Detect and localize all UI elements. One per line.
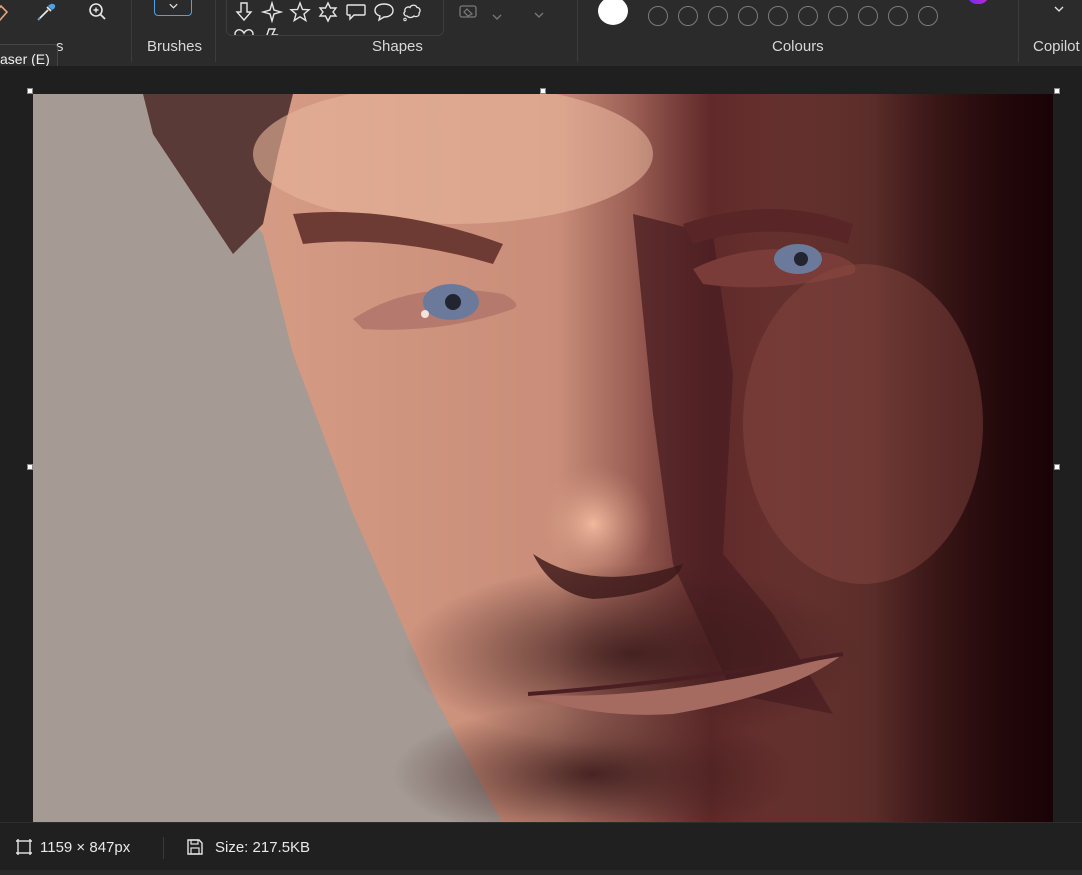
colour-slot[interactable] xyxy=(858,6,878,26)
shape-fill-icon[interactable] xyxy=(458,2,480,20)
ribbon-toolbar: s Brushes Shapes Colours Copilot aser (E… xyxy=(0,0,1082,74)
chevron-down-icon[interactable] xyxy=(491,8,503,20)
resize-handle[interactable] xyxy=(27,88,33,94)
canvas-dimensions: 1159 × 847px xyxy=(40,839,131,856)
chevron-down-icon xyxy=(169,3,178,9)
resize-handle[interactable] xyxy=(1054,88,1060,94)
status-bar: 1159 × 847px Size: 217.5KB xyxy=(0,822,1082,875)
file-size: Size: 217.5KB xyxy=(215,839,311,856)
horizontal-scrollbar[interactable] xyxy=(0,870,1082,875)
colour-slot[interactable] xyxy=(708,6,728,26)
lightning-shape-icon[interactable] xyxy=(261,27,283,35)
eraser-icon[interactable] xyxy=(0,0,14,24)
colour-slot[interactable] xyxy=(828,6,848,26)
colour-slot[interactable] xyxy=(738,6,758,26)
colour-slot[interactable] xyxy=(648,6,668,26)
four-point-star-shape-icon[interactable] xyxy=(260,0,284,24)
rect-callout-shape-icon[interactable] xyxy=(345,1,367,23)
color-picker-icon[interactable] xyxy=(33,0,59,24)
resize-handle[interactable] xyxy=(540,88,546,94)
status-separator xyxy=(163,837,164,859)
colour-slot[interactable] xyxy=(798,6,818,26)
resize-handle[interactable] xyxy=(27,464,33,470)
copilot-group-label: Copilot xyxy=(1033,38,1080,55)
save-disk-icon xyxy=(185,837,205,857)
canvas-workspace xyxy=(0,66,1082,824)
resize-handle[interactable] xyxy=(1054,464,1060,470)
brushes-dropdown-button[interactable] xyxy=(154,0,192,16)
shapes-group-label: Shapes xyxy=(372,38,423,55)
cloud-callout-shape-icon[interactable] xyxy=(401,1,423,23)
ribbon-separator xyxy=(577,0,578,62)
ribbon-separator xyxy=(1018,0,1019,62)
chevron-down-icon[interactable] xyxy=(533,6,545,18)
five-point-star-shape-icon[interactable] xyxy=(289,1,311,23)
colour-slot[interactable] xyxy=(768,6,788,26)
oval-callout-shape-icon[interactable] xyxy=(373,1,395,23)
brushes-group-label: Brushes xyxy=(147,38,203,55)
shapes-gallery xyxy=(226,0,444,36)
colours-group-label: Colours xyxy=(772,38,824,55)
primary-colour-swatch[interactable] xyxy=(598,0,628,25)
heart-shape-icon[interactable] xyxy=(233,27,255,35)
chevron-down-icon[interactable] xyxy=(1053,0,1065,12)
colour-slot[interactable] xyxy=(918,6,938,26)
image-canvas[interactable] xyxy=(33,94,1053,824)
colour-slot[interactable] xyxy=(888,6,908,26)
canvas-size-icon xyxy=(14,837,34,857)
ribbon-separator xyxy=(131,0,132,62)
magnifier-icon[interactable] xyxy=(84,0,110,24)
six-point-star-shape-icon[interactable] xyxy=(317,1,339,23)
down-arrow-shape-icon[interactable] xyxy=(233,1,255,23)
edit-colours-icon[interactable] xyxy=(967,0,989,4)
colour-slot[interactable] xyxy=(678,6,698,26)
ribbon-separator xyxy=(215,0,216,62)
